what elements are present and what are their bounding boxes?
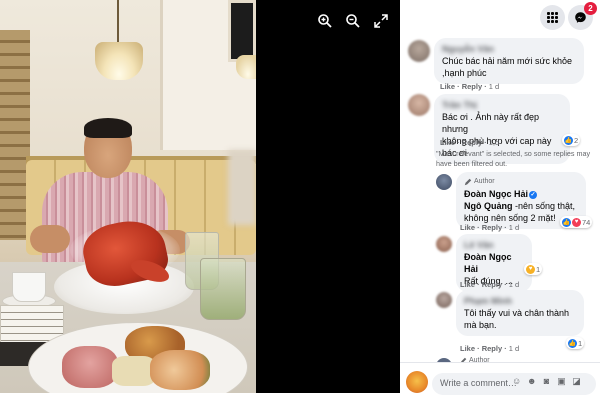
gif-icon[interactable]: ▣ — [557, 377, 566, 386]
like-reaction-icon: 👍 — [564, 135, 573, 145]
photo-lamp-cord — [117, 0, 119, 42]
reply-actions: Like · Reply · 1 d — [460, 223, 520, 232]
camera-icon[interactable]: ◙ — [542, 377, 551, 386]
photo-man-hair — [84, 118, 132, 138]
love-reaction-icon: ♥ — [572, 217, 581, 227]
reaction-count[interactable]: 👍 2 — [562, 134, 581, 146]
reply-link[interactable]: Reply — [482, 223, 502, 232]
reply-link[interactable]: Reply — [462, 138, 482, 147]
zoom-out-icon[interactable] — [344, 12, 362, 30]
photo-picture-frame — [228, 0, 256, 62]
reply-actions: Like · Reply · 1 d — [460, 344, 520, 353]
reply-actions: Like · Reply · 1 d — [460, 280, 520, 289]
avatar-sticker-icon[interactable]: ☺ — [512, 377, 521, 386]
reply-link[interactable]: Reply — [482, 344, 502, 353]
reply-text: -nên sống thật, — [512, 201, 576, 211]
emoji-icon[interactable]: ☻ — [527, 377, 536, 386]
reply-time[interactable]: 1 d — [509, 223, 519, 232]
filter-notice: "Most relevant" is selected, so some rep… — [436, 149, 591, 168]
comment-text: Bác ơi . Ảnh này rất đẹp nhưng — [442, 112, 539, 134]
like-link[interactable]: Like — [440, 138, 455, 147]
reply-text-continued: mà bạn. — [464, 320, 497, 330]
like-link[interactable]: Like — [460, 223, 475, 232]
comment-actions: Like · Reply · 1 d — [440, 82, 500, 91]
like-reaction-icon: 👍 — [562, 217, 571, 227]
commenter-name-blurred[interactable]: Phạm Minh — [464, 295, 576, 307]
composer-icons: ☺ ☻ ◙ ▣ ◪ — [512, 377, 581, 386]
comment-text: Chúc bác hải năm mới sức khỏe ,hạnh phúc — [442, 56, 572, 78]
care-reaction-icon: ♥ — [526, 264, 535, 274]
commenter-name-blurred[interactable]: Trần Thị — [442, 99, 562, 111]
sticker-icon[interactable]: ◪ — [572, 377, 581, 386]
comments-panel: 2 Nguyễn Văn Chúc bác hải năm mới sức kh… — [400, 0, 600, 400]
messenger-button[interactable]: 2 — [568, 2, 597, 30]
reply-text: Tôi thấy vui và chân thành — [464, 308, 570, 318]
photo-blur-region — [228, 150, 256, 225]
commenter-avatar[interactable] — [408, 40, 430, 62]
comment-bubble: Nguyễn Văn Chúc bác hải năm mới sức khỏe… — [434, 38, 584, 84]
commenter-avatar[interactable] — [408, 94, 430, 116]
commenter-avatar[interactable] — [436, 292, 452, 308]
grid-menu-button[interactable] — [540, 5, 565, 30]
reply-text-continued: không nên sống 2 mặt! — [464, 213, 556, 223]
reaction-count[interactable]: 👍 ♥ 74 — [560, 216, 593, 228]
grid-menu-icon — [547, 12, 558, 23]
author-pencil-icon — [464, 178, 472, 186]
reply-author-name[interactable]: Đoàn Ngọc Hải ✓ — [464, 188, 578, 200]
photo-glass-2 — [200, 258, 246, 320]
fullscreen-icon[interactable] — [372, 12, 390, 30]
like-link[interactable]: Like — [440, 82, 455, 91]
reaction-count[interactable]: 👍 1 — [566, 337, 585, 349]
comment-composer: Write a comment… ☺ ☻ ◙ ▣ ◪ — [400, 362, 600, 400]
current-user-avatar[interactable] — [406, 371, 428, 393]
photo-man-arm-left — [30, 225, 70, 253]
photo-viewer — [0, 0, 400, 393]
commenter-avatar[interactable] — [436, 236, 452, 252]
commenter-name-blurred[interactable]: Lê Văn — [464, 239, 524, 251]
verified-icon: ✓ — [529, 190, 538, 199]
like-reaction-icon: 👍 — [568, 338, 577, 348]
reply-bubble: Phạm Minh Tôi thấy vui và chân thành mà … — [456, 290, 584, 336]
commenter-name-blurred[interactable]: Nguyễn Văn — [442, 43, 576, 55]
comment-time[interactable]: 1 d — [489, 138, 499, 147]
panel-header: 2 — [400, 0, 600, 36]
photo-cup — [12, 272, 46, 302]
reply-time[interactable]: 1 d — [509, 280, 519, 289]
mention-tag[interactable]: Ngô Quảng — [464, 201, 513, 211]
reply-time[interactable]: 1 d — [509, 344, 519, 353]
photo-food-seafood — [150, 350, 210, 390]
author-label: Author — [464, 176, 578, 188]
reaction-count[interactable]: ♥ 1 — [524, 263, 543, 275]
like-link[interactable]: Like — [460, 280, 475, 289]
messenger-badge: 2 — [584, 2, 597, 15]
comment-actions: Like · Reply · 1 d — [440, 138, 500, 147]
mention-tag[interactable]: Đoàn Ngọc Hải — [464, 252, 512, 274]
photo-food-ham — [62, 346, 118, 388]
post-photo[interactable] — [0, 0, 256, 393]
like-link[interactable]: Like — [460, 344, 475, 353]
zoom-in-icon[interactable] — [316, 12, 334, 30]
photo-pendant-lamp — [95, 42, 143, 80]
author-avatar[interactable] — [436, 174, 452, 190]
photo-pendant-lamp-2 — [236, 55, 256, 79]
reply-link[interactable]: Reply — [462, 82, 482, 91]
reply-link[interactable]: Reply — [482, 280, 502, 289]
comment-time[interactable]: 1 d — [489, 82, 499, 91]
